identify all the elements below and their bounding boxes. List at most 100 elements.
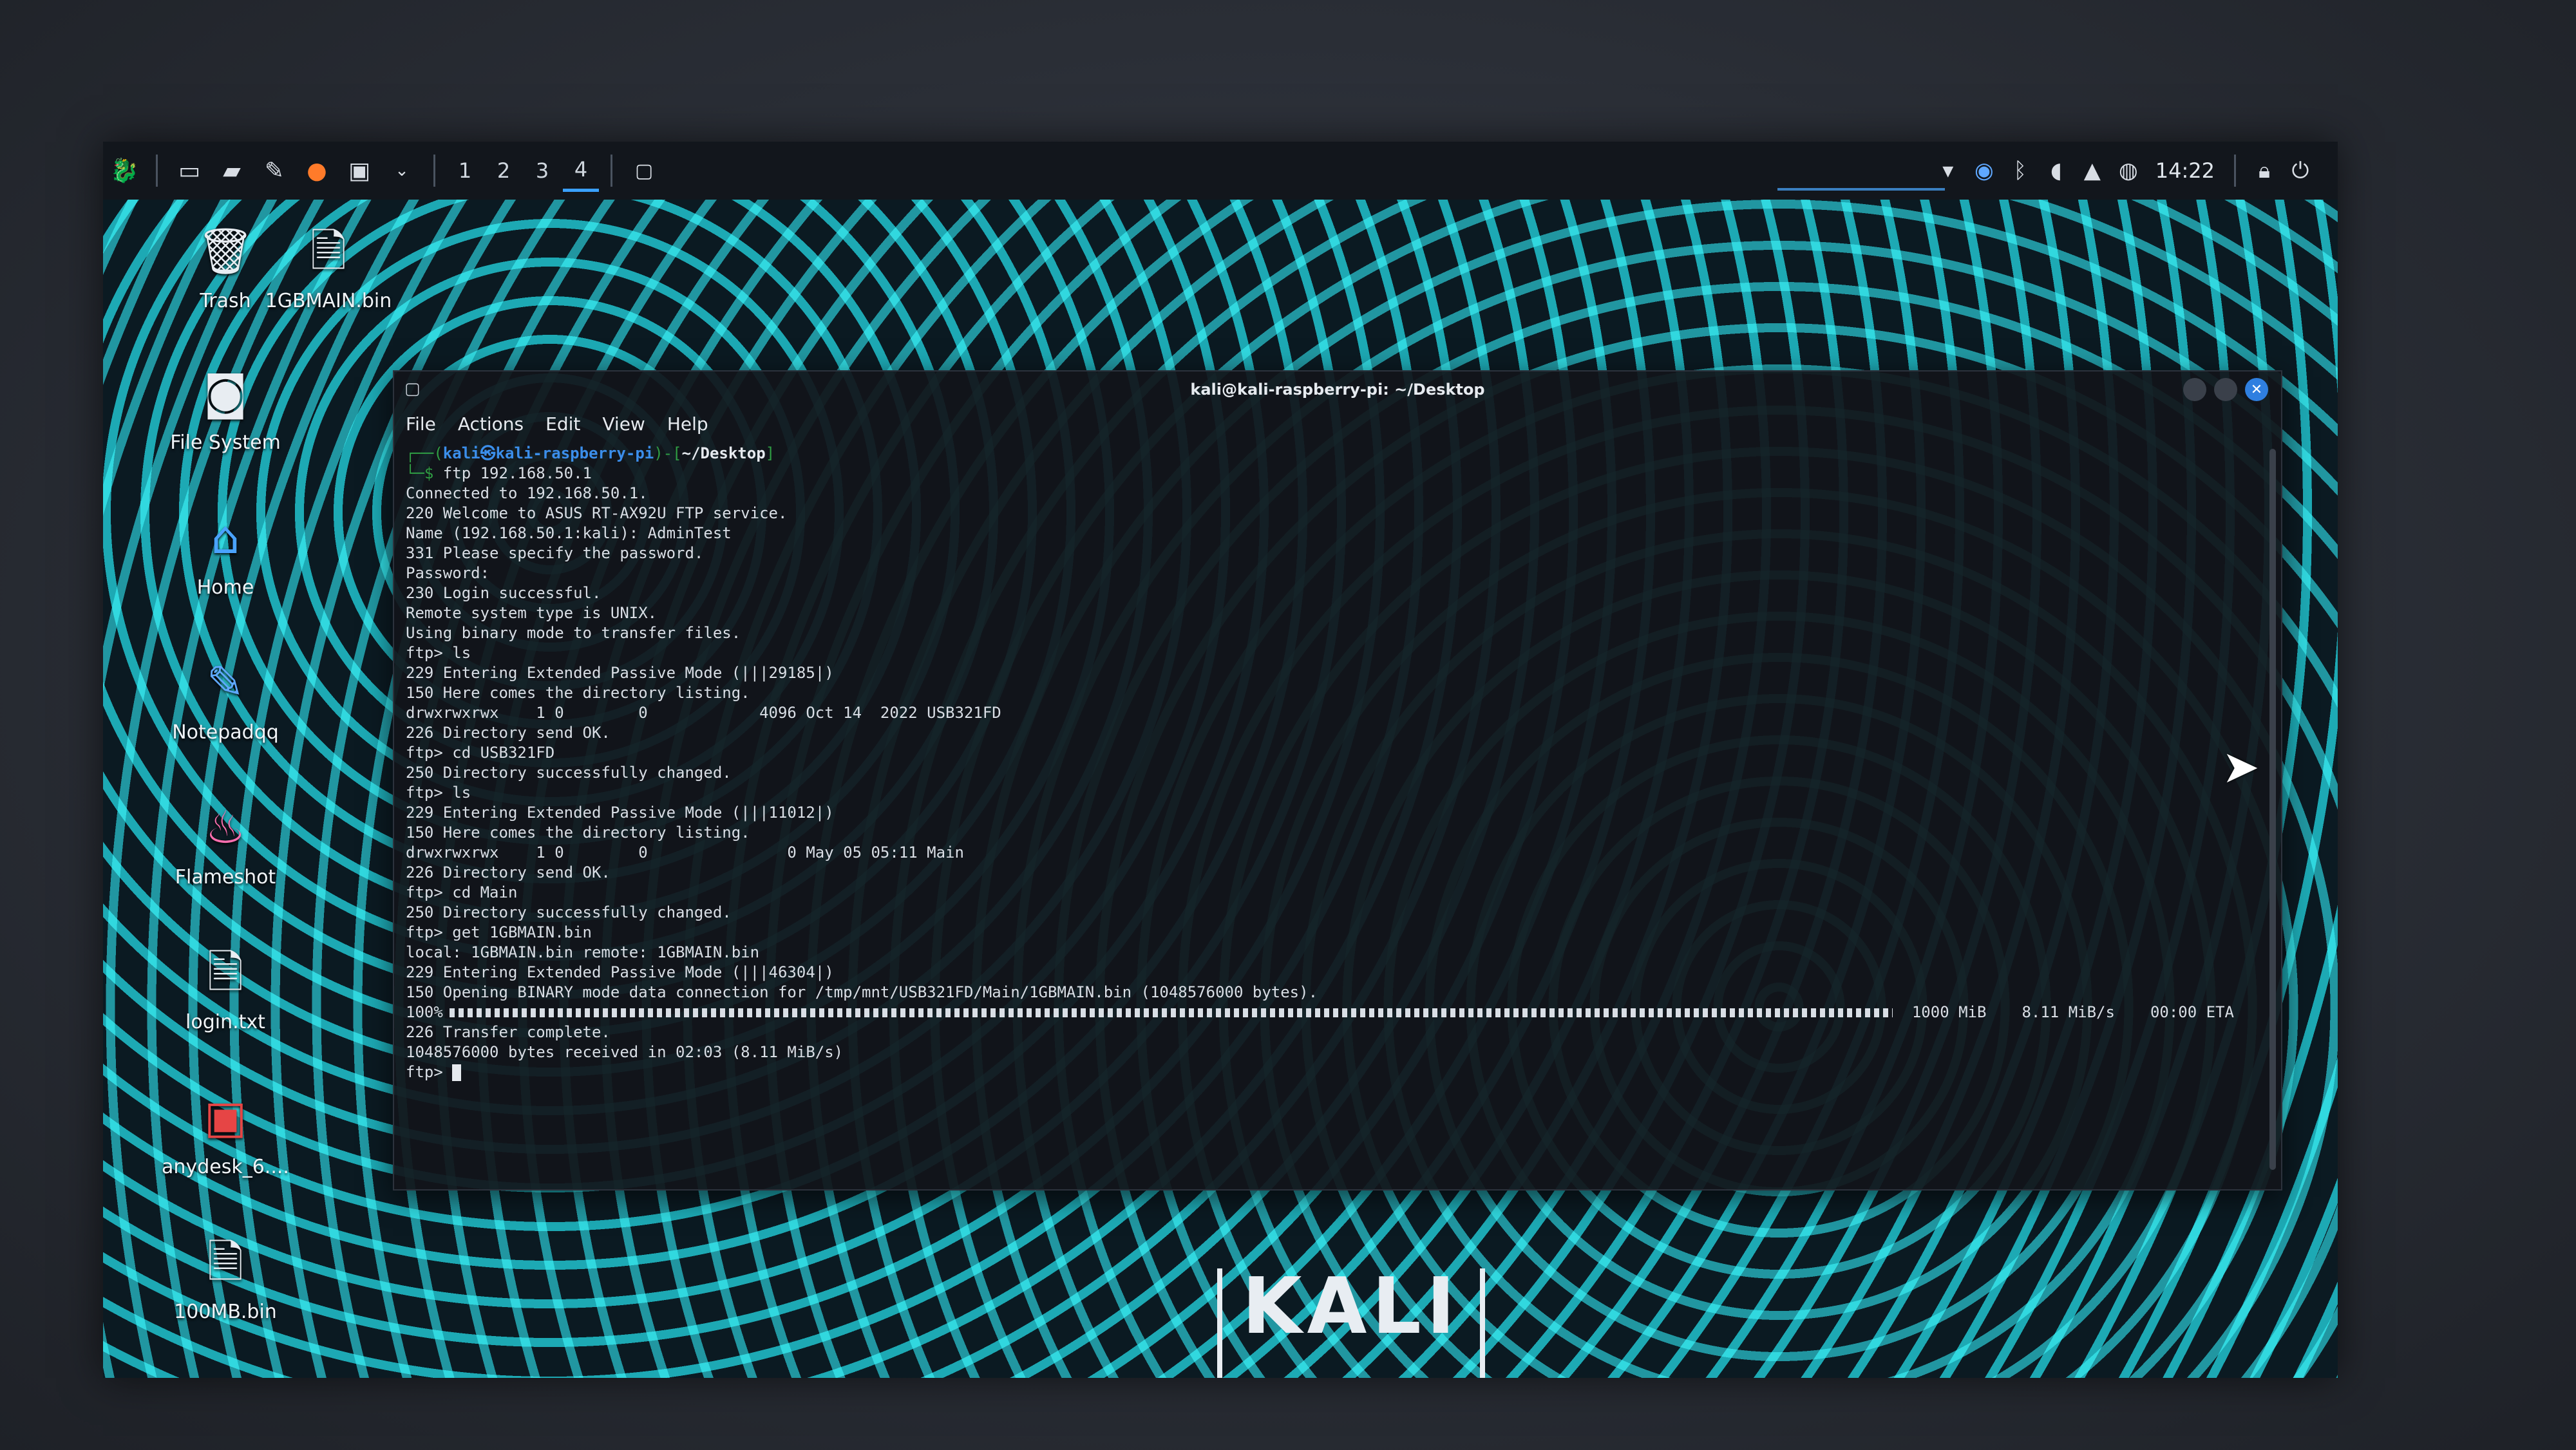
desktop-icon-label: Flameshot <box>175 866 276 889</box>
window-title: kali@kali-raspberry-pi: ~/Desktop <box>1190 381 1485 399</box>
kali-menu-icon[interactable]: 🐉 <box>108 155 140 187</box>
trash-icon: 🗑︎ <box>196 225 254 278</box>
terminal-line: 226 Transfer complete. <box>406 1023 611 1041</box>
terminal-output[interactable]: ┌──(kali㉿kali-raspberry-pi)-[~/Desktop] └… <box>394 440 2281 1086</box>
terminal-line: Password: <box>406 564 490 582</box>
menu-help[interactable]: Help <box>667 413 708 435</box>
volume-icon[interactable]: ◖ <box>2038 153 2074 189</box>
terminal-line: 229 Entering Extended Passive Mode (|||2… <box>406 664 834 682</box>
terminal-line: ftp> ls <box>406 784 471 802</box>
desktop-icon-notepadqq[interactable]: ✎ Notepadqq <box>161 650 290 744</box>
terminal-line: 250 Directory successfully changed. <box>406 764 732 782</box>
progress-rate: 8.11 MiB/s <box>2022 1003 2115 1021</box>
terminal-line: 226 Directory send OK. <box>406 724 611 742</box>
panel-separator <box>156 155 158 187</box>
maximize-button[interactable] <box>2214 378 2237 401</box>
desktop-icon-label: Trash <box>200 290 251 312</box>
window-menu-icon[interactable]: ▢ <box>404 379 424 399</box>
menu-actions[interactable]: Actions <box>458 413 524 435</box>
package-icon: ▣ <box>204 1091 247 1144</box>
menu-view[interactable]: View <box>602 413 645 435</box>
taskbar-terminal-icon[interactable]: ▢ <box>628 155 660 187</box>
desktop-icon-file-system[interactable]: ◙ File System <box>161 361 290 454</box>
window-controls: ✕ <box>2175 378 2268 401</box>
progress-fill <box>450 1008 1893 1017</box>
terminal-titlebar[interactable]: ▢ kali@kali-raspberry-pi: ~/Desktop ✕ <box>394 372 2281 408</box>
chevron-down-icon[interactable]: ⌄ <box>386 155 418 187</box>
terminal-line: Remote system type is UNIX. <box>406 604 658 622</box>
workspace-2[interactable]: 2 <box>486 151 522 190</box>
logout-icon[interactable]: ⏻ <box>2282 153 2318 189</box>
terminal-line: 331 Please specify the password. <box>406 544 704 562</box>
progress-percent: 100% <box>406 1003 443 1021</box>
menu-file[interactable]: File <box>406 413 436 435</box>
text-editor-icon[interactable]: ✎ <box>258 155 290 187</box>
show-desktop-icon[interactable]: ▭ <box>173 155 205 187</box>
terminal-line: Name (192.168.50.1:kali): AdminTest <box>406 524 732 542</box>
clock[interactable]: 14:22 <box>2155 158 2215 183</box>
panel-separator <box>611 155 612 187</box>
after-lines: 226 Transfer complete. 1048576000 bytes r… <box>406 1022 2269 1062</box>
workspace-4[interactable]: 4 <box>563 150 599 192</box>
drive-icon: ◙ <box>204 366 247 419</box>
lock-icon[interactable]: 🔒︎ <box>2246 153 2282 189</box>
terminal-window[interactable]: ▢ kali@kali-raspberry-pi: ~/Desktop ✕ Fi… <box>393 370 2282 1191</box>
panel-separator <box>433 155 435 187</box>
mouse-pointer-icon: ➤ <box>2222 740 2260 793</box>
text-cursor <box>452 1064 462 1081</box>
desktop-icon-label: Notepadqq <box>172 721 279 744</box>
desktop-icon-100mb-bin[interactable]: 🗎 100MB.bin <box>161 1230 290 1323</box>
ftp-prompt: ftp> <box>406 1063 453 1081</box>
terminal-line: 150 Here comes the directory listing. <box>406 684 750 702</box>
kali-logo: KALI <box>1217 1268 1485 1378</box>
flameshot-icon: ♨ <box>205 801 246 854</box>
terminal-scrollbar[interactable] <box>2269 449 2276 1170</box>
menu-edit[interactable]: Edit <box>545 413 580 435</box>
file-manager-icon[interactable]: ▰ <box>216 155 248 187</box>
output-lines: Connected to 192.168.50.1. 220 Welcome to… <box>406 484 2269 1003</box>
progress-eta: 00:00 ETA <box>2150 1003 2234 1021</box>
command-text: ftp 192.168.50.1 <box>442 464 592 482</box>
desktop-icon-label: login.txt <box>185 1011 265 1033</box>
terminal-line: 226 Directory send OK. <box>406 863 611 881</box>
text-file-icon: 🗎 <box>207 946 244 999</box>
desktop-icon-label: Home <box>196 576 254 599</box>
vpn-icon[interactable]: ◉ <box>1966 153 2002 189</box>
terminal-line: local: 1GBMAIN.bin remote: 1GBMAIN.bin <box>406 943 760 961</box>
home-folder-icon: ⌂ <box>211 511 240 564</box>
desktop-icon-1gbmain-bin[interactable]: 🗎 1GBMAIN.bin <box>264 219 393 312</box>
prompt-line-top: ┌──(kali㉿kali-raspberry-pi)-[~/Desktop] <box>406 444 775 462</box>
desktop-icon-home[interactable]: ⌂ Home <box>161 505 290 599</box>
desktop-icon-flameshot[interactable]: ♨ Flameshot <box>161 795 290 889</box>
system-tray: ▾ ◉ ᛒ ◖ ▲ ◍ 14:22 🔒︎ ⏻ <box>1930 153 2338 189</box>
bluetooth-icon[interactable]: ᛒ <box>2002 153 2038 189</box>
workspace-1[interactable]: 1 <box>447 151 483 190</box>
power-icon[interactable]: ◍ <box>2110 153 2146 189</box>
network-icon[interactable]: ▾ <box>1930 153 1966 189</box>
workspace-3[interactable]: 3 <box>524 151 560 190</box>
final-prompt-line: ftp> <box>406 1062 2269 1082</box>
terminal-line: ftp> cd USB321FD <box>406 744 555 762</box>
progress-size: 1000 MiB <box>1911 1003 1987 1021</box>
desktop-icon-label: 100MB.bin <box>174 1301 277 1323</box>
terminal-icon[interactable]: ▣ <box>343 155 375 187</box>
terminal-line: 1048576000 bytes received in 02:03 (8.11… <box>406 1043 844 1061</box>
prompt-user: kali㉿kali-raspberry-pi <box>442 444 654 462</box>
terminal-line: drwxrwxrwx 1 0 0 0 May 05 05:11 Main <box>406 843 964 862</box>
window-button-indicator <box>1777 188 1945 191</box>
desktop-icon-label: anydesk_6.... <box>162 1156 289 1178</box>
close-button[interactable]: ✕ <box>2245 378 2268 401</box>
desktop-icon-label: 1GBMAIN.bin <box>265 290 392 312</box>
terminal-line: 150 Opening BINARY mode data connection … <box>406 983 1318 1001</box>
minimize-button[interactable] <box>2183 378 2206 401</box>
top-panel: 🐉 ▭ ▰ ✎ ● ▣ ⌄ 1 2 3 4 ▢ ▾ ◉ ᛒ ◖ ▲ ◍ 14:2… <box>103 142 2338 200</box>
desktop-icon-login-txt[interactable]: 🗎 login.txt <box>161 940 290 1033</box>
prompt-directory: ~/Desktop <box>681 444 766 462</box>
terminal-line: ftp> get 1GBMAIN.bin <box>406 923 592 941</box>
terminal-line: 229 Entering Extended Passive Mode (|||4… <box>406 963 834 981</box>
firefox-icon[interactable]: ● <box>301 155 333 187</box>
terminal-line: ftp> cd Main <box>406 883 518 901</box>
panel-separator <box>2234 155 2236 187</box>
desktop-icon-anydesk[interactable]: ▣ anydesk_6.... <box>161 1085 290 1178</box>
notification-icon[interactable]: ▲ <box>2074 153 2110 189</box>
